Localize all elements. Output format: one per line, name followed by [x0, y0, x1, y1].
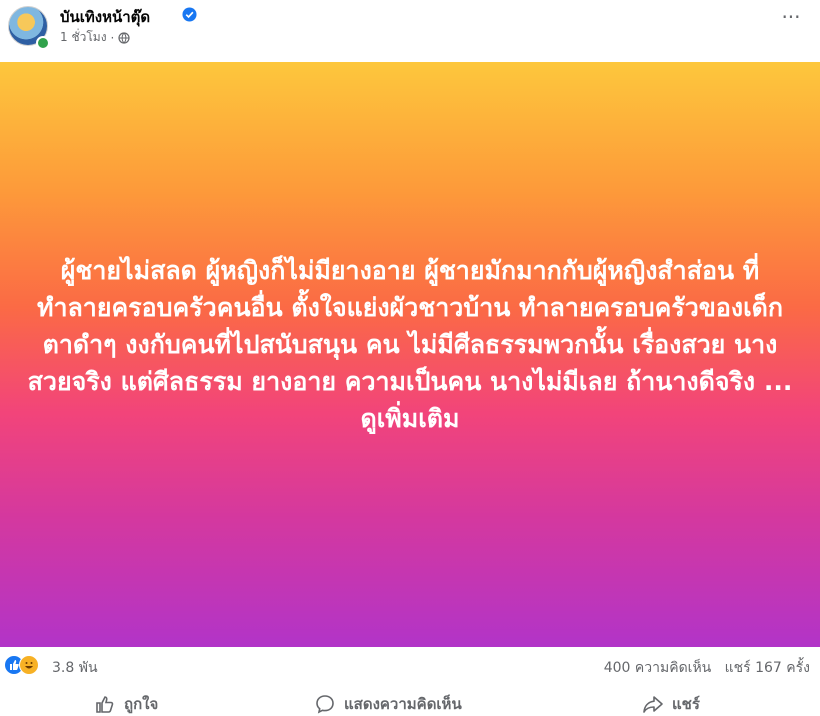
- share-button[interactable]: แชร์: [642, 692, 700, 716]
- thumbs-up-icon: [96, 696, 114, 713]
- share-arrow-icon: [643, 696, 663, 713]
- comment-count-link[interactable]: 400 ความคิดเห็น: [604, 660, 712, 676]
- reaction-count[interactable]: 3.8 พัน: [52, 657, 98, 679]
- post-body-text: ผู้ชายไม่สลด ผู้หญิงก็ไม่มียางอาย ผู้ชาย…: [27, 256, 793, 433]
- online-status-dot: [36, 36, 50, 50]
- reaction-icons[interactable]: [4, 655, 44, 675]
- page-name-link[interactable]: บันเทิงหน้าตุ๊ด: [60, 5, 150, 29]
- post-background-banner: ผู้ชายไม่สลด ผู้หญิงก็ไม่มียางอาย ผู้ชาย…: [0, 62, 820, 647]
- comment-bubble-icon: [316, 695, 334, 714]
- more-options-button[interactable]: ···: [776, 7, 806, 30]
- post-stats-bar: 3.8 พัน 400 ความคิดเห็น แชร์ 167 ครั้ง: [0, 655, 820, 679]
- post-header: บันเทิงหน้าตุ๊ด 1 ชั่วโมง · ···: [0, 0, 820, 60]
- post-meta: 1 ชั่วโมง ·: [60, 28, 130, 47]
- share-count-link[interactable]: แชร์ 167 ครั้ง: [725, 660, 810, 676]
- meta-separator: ·: [110, 30, 115, 45]
- like-label: ถูกใจ: [124, 695, 159, 713]
- post-time-link[interactable]: 1 ชั่วโมง: [60, 28, 107, 47]
- haha-reaction-icon: [19, 655, 39, 675]
- globe-icon[interactable]: [118, 31, 130, 44]
- share-label: แชร์: [672, 695, 700, 713]
- comment-share-counts: 400 ความคิดเห็น แชร์ 167 ครั้ง: [604, 657, 810, 679]
- like-button[interactable]: ถูกใจ: [94, 692, 158, 716]
- verified-badge-icon: [182, 7, 197, 22]
- comment-button[interactable]: แสดงความคิดเห็น: [314, 692, 462, 716]
- post-action-bar: ถูกใจ แสดงความคิดเห็น แชร์: [0, 688, 820, 715]
- comment-label: แสดงความคิดเห็น: [344, 695, 462, 713]
